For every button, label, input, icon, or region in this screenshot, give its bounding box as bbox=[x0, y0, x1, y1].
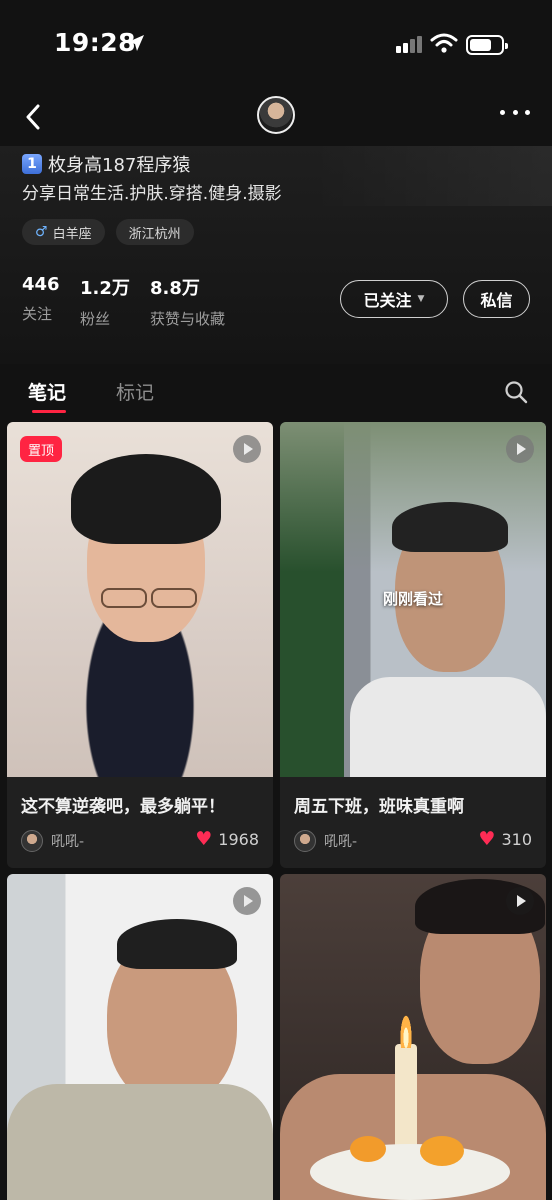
video-play-icon bbox=[506, 887, 534, 915]
profile-section: 1 枚身高187程序猿 分享日常生活.护肤.穿搭.健身.摄影 ♂ 白羊座 浙江杭… bbox=[0, 146, 552, 364]
note-card[interactable]: 刚刚看过 周五下班，班味真重啊 吼吼- ♥ 310 bbox=[280, 422, 546, 868]
stat-following[interactable]: 446 关注 bbox=[22, 274, 80, 329]
profile-name-line: 1 枚身高187程序猿 bbox=[22, 151, 190, 177]
note-card[interactable] bbox=[7, 874, 273, 1200]
profile-name: 枚身高187程序猿 bbox=[48, 155, 191, 176]
note-card[interactable] bbox=[280, 874, 546, 1200]
male-gender-icon: ♂ bbox=[35, 224, 48, 240]
note-cover-image: 刚刚看过 bbox=[280, 422, 546, 777]
content-tabs: 笔记 标记 bbox=[0, 364, 552, 416]
tab-marks[interactable]: 标记 bbox=[116, 378, 154, 405]
like-count-value: 1968 bbox=[218, 830, 259, 849]
header-background bbox=[312, 146, 552, 206]
search-icon[interactable] bbox=[504, 380, 528, 404]
profile-bio: 分享日常生活.护肤.穿搭.健身.摄影 bbox=[22, 184, 282, 204]
like-count[interactable]: ♥ 310 bbox=[478, 828, 532, 850]
note-cover-image bbox=[280, 874, 546, 1200]
more-options-icon[interactable] bbox=[500, 110, 530, 120]
like-count[interactable]: ♥ 1968 bbox=[195, 828, 259, 850]
like-count-value: 310 bbox=[501, 830, 532, 849]
stat-followers[interactable]: 1.2万 粉丝 bbox=[80, 274, 150, 329]
video-play-icon bbox=[506, 435, 534, 463]
author-avatar bbox=[294, 830, 316, 852]
tag-location: 浙江杭州 bbox=[115, 219, 194, 245]
tag-zodiac: ♂ 白羊座 bbox=[22, 219, 105, 245]
wifi-icon bbox=[430, 33, 458, 53]
note-title: 这不算逆袭吧，最多躺平！ bbox=[21, 797, 225, 817]
video-play-icon bbox=[233, 887, 261, 915]
top-nav-bar bbox=[0, 88, 552, 148]
stat-likes-saves-label: 获赞与收藏 bbox=[150, 310, 226, 328]
stat-followers-label: 粉丝 bbox=[80, 310, 111, 328]
stat-likes-saves-value: 8.8万 bbox=[150, 278, 200, 299]
stat-followers-value: 1.2万 bbox=[80, 278, 130, 299]
following-button-label: 已关注 bbox=[363, 291, 412, 310]
back-arrow-icon[interactable] bbox=[20, 102, 50, 132]
pinned-badge: 置顶 bbox=[20, 436, 63, 462]
active-tab-indicator bbox=[32, 410, 66, 413]
video-play-icon bbox=[233, 435, 261, 463]
message-button[interactable]: 私信 bbox=[463, 280, 530, 318]
stat-following-value: 446 bbox=[22, 274, 60, 295]
note-cover-image bbox=[7, 874, 273, 1200]
note-cover-image: 置顶 bbox=[7, 422, 273, 777]
number-badge-icon: 1 bbox=[22, 154, 42, 174]
cellular-signal-icon bbox=[396, 36, 422, 53]
author-name: 吼吼- bbox=[324, 834, 358, 850]
battery-icon bbox=[466, 35, 508, 55]
profile-tags: ♂ 白羊座 浙江杭州 bbox=[22, 219, 194, 245]
heart-icon: ♥ bbox=[195, 828, 213, 850]
note-card[interactable]: 置顶 这不算逆袭吧，最多躺平！ 吼吼- ♥ 1968 bbox=[7, 422, 273, 868]
heart-icon: ♥ bbox=[478, 828, 496, 850]
tag-zodiac-label: 白羊座 bbox=[52, 226, 92, 242]
status-time: 19:28 bbox=[54, 28, 137, 57]
following-button[interactable]: 已关注 ▼ bbox=[340, 280, 448, 318]
author-name: 吼吼- bbox=[51, 834, 85, 850]
author-avatar bbox=[21, 830, 43, 852]
location-arrow-icon bbox=[128, 35, 144, 51]
stat-following-label: 关注 bbox=[22, 305, 53, 323]
note-author[interactable]: 吼吼- bbox=[21, 830, 84, 852]
stat-likes-saves[interactable]: 8.8万 获赞与收藏 bbox=[150, 274, 260, 329]
status-bar: 19:28 bbox=[0, 0, 552, 90]
note-title: 周五下班，班味真重啊 bbox=[294, 797, 464, 817]
profile-stats: 446 关注 1.2万 粉丝 8.8万 获赞与收藏 bbox=[22, 274, 260, 329]
header-avatar[interactable] bbox=[257, 96, 295, 134]
caret-down-icon: ▼ bbox=[417, 294, 425, 304]
tab-notes[interactable]: 笔记 bbox=[28, 378, 66, 405]
note-author[interactable]: 吼吼- bbox=[294, 830, 357, 852]
tag-location-label: 浙江杭州 bbox=[128, 226, 181, 242]
recently-viewed-label: 刚刚看过 bbox=[382, 590, 443, 608]
